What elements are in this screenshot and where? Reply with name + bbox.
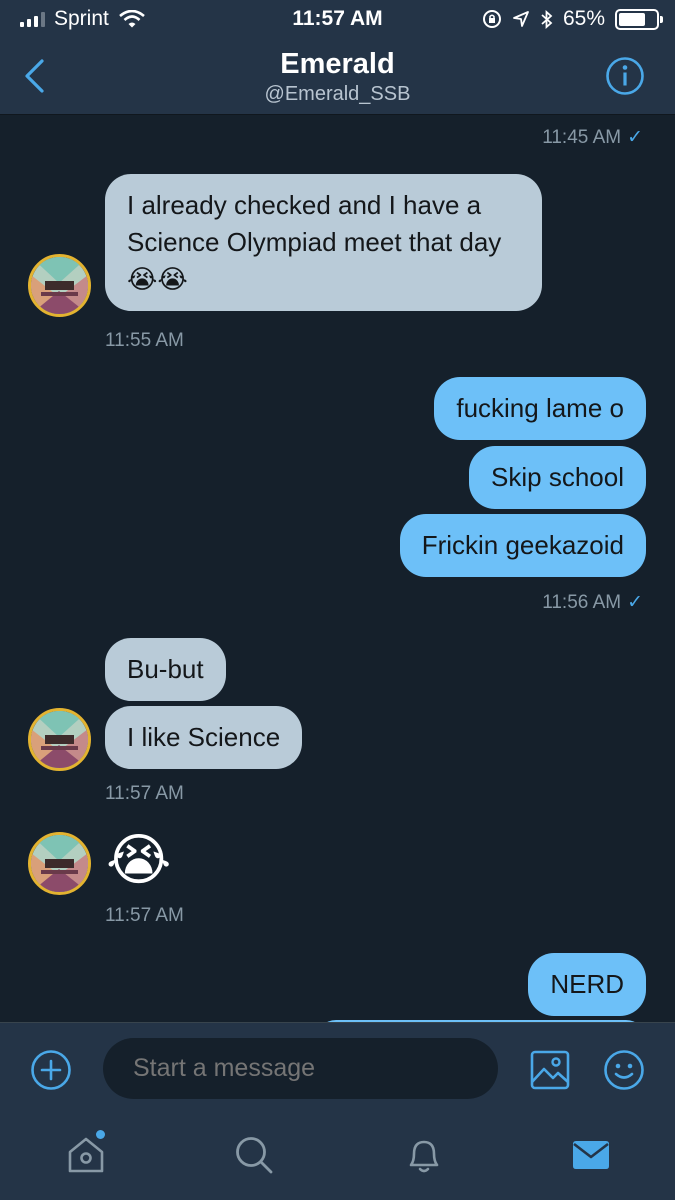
- emoji-icon[interactable]: [603, 1049, 645, 1091]
- timestamp: 11:55 AM: [105, 330, 184, 351]
- message-composer: [0, 1022, 675, 1114]
- tab-bar: [0, 1114, 675, 1200]
- outgoing-message-bubble[interactable]: NERD: [528, 953, 646, 1016]
- timestamp: 11:57 AM: [105, 783, 184, 804]
- bluetooth-icon: [541, 9, 553, 29]
- avatar[interactable]: [28, 832, 91, 895]
- location-icon: [513, 11, 529, 27]
- rotation-lock-icon: [482, 10, 501, 28]
- avatar[interactable]: [28, 708, 91, 771]
- timestamp: 11:45 AM ✓: [542, 127, 643, 148]
- timestamp: 11:57 AM: [105, 905, 184, 926]
- status-right: 65%: [482, 7, 663, 31]
- status-bar: Sprint 11:57 AM 65%: [0, 0, 675, 38]
- gallery-icon[interactable]: [529, 1049, 571, 1091]
- incoming-message-bubble[interactable]: Bu-but: [105, 638, 226, 701]
- read-check-icon: ✓: [627, 127, 643, 148]
- conversation-handle[interactable]: @Emerald_SSB: [0, 83, 675, 106]
- emoji-message[interactable]: 😭: [106, 830, 171, 890]
- message-list[interactable]: 11:45 AM ✓ I already checked and I have a…: [0, 116, 675, 1022]
- notifications-icon[interactable]: [403, 1134, 445, 1176]
- conversation-header: Emerald @Emerald_SSB: [0, 38, 675, 115]
- outgoing-message-bubble[interactable]: Frickin geekazoid: [399, 514, 646, 577]
- home-icon[interactable]: [65, 1134, 107, 1176]
- conversation-title[interactable]: Emerald: [0, 48, 675, 81]
- outgoing-message-bubble[interactable]: fucking lame o: [434, 377, 646, 440]
- battery-icon: [615, 8, 663, 30]
- messages-icon[interactable]: [570, 1134, 612, 1176]
- incoming-message-bubble[interactable]: I like Science: [105, 706, 303, 769]
- message-input[interactable]: [103, 1038, 498, 1099]
- info-icon[interactable]: [605, 56, 645, 96]
- add-icon[interactable]: [30, 1049, 72, 1091]
- battery-percent: 65%: [562, 7, 605, 30]
- outgoing-message-bubble[interactable]: Skip school: [469, 446, 646, 509]
- new-activity-dot: [96, 1130, 105, 1139]
- read-check-icon: ✓: [627, 592, 643, 613]
- avatar[interactable]: [28, 254, 91, 317]
- incoming-message-bubble[interactable]: I already checked and I have a Science O…: [105, 174, 542, 311]
- timestamp: 11:56 AM ✓: [542, 592, 643, 613]
- search-icon[interactable]: [233, 1134, 275, 1176]
